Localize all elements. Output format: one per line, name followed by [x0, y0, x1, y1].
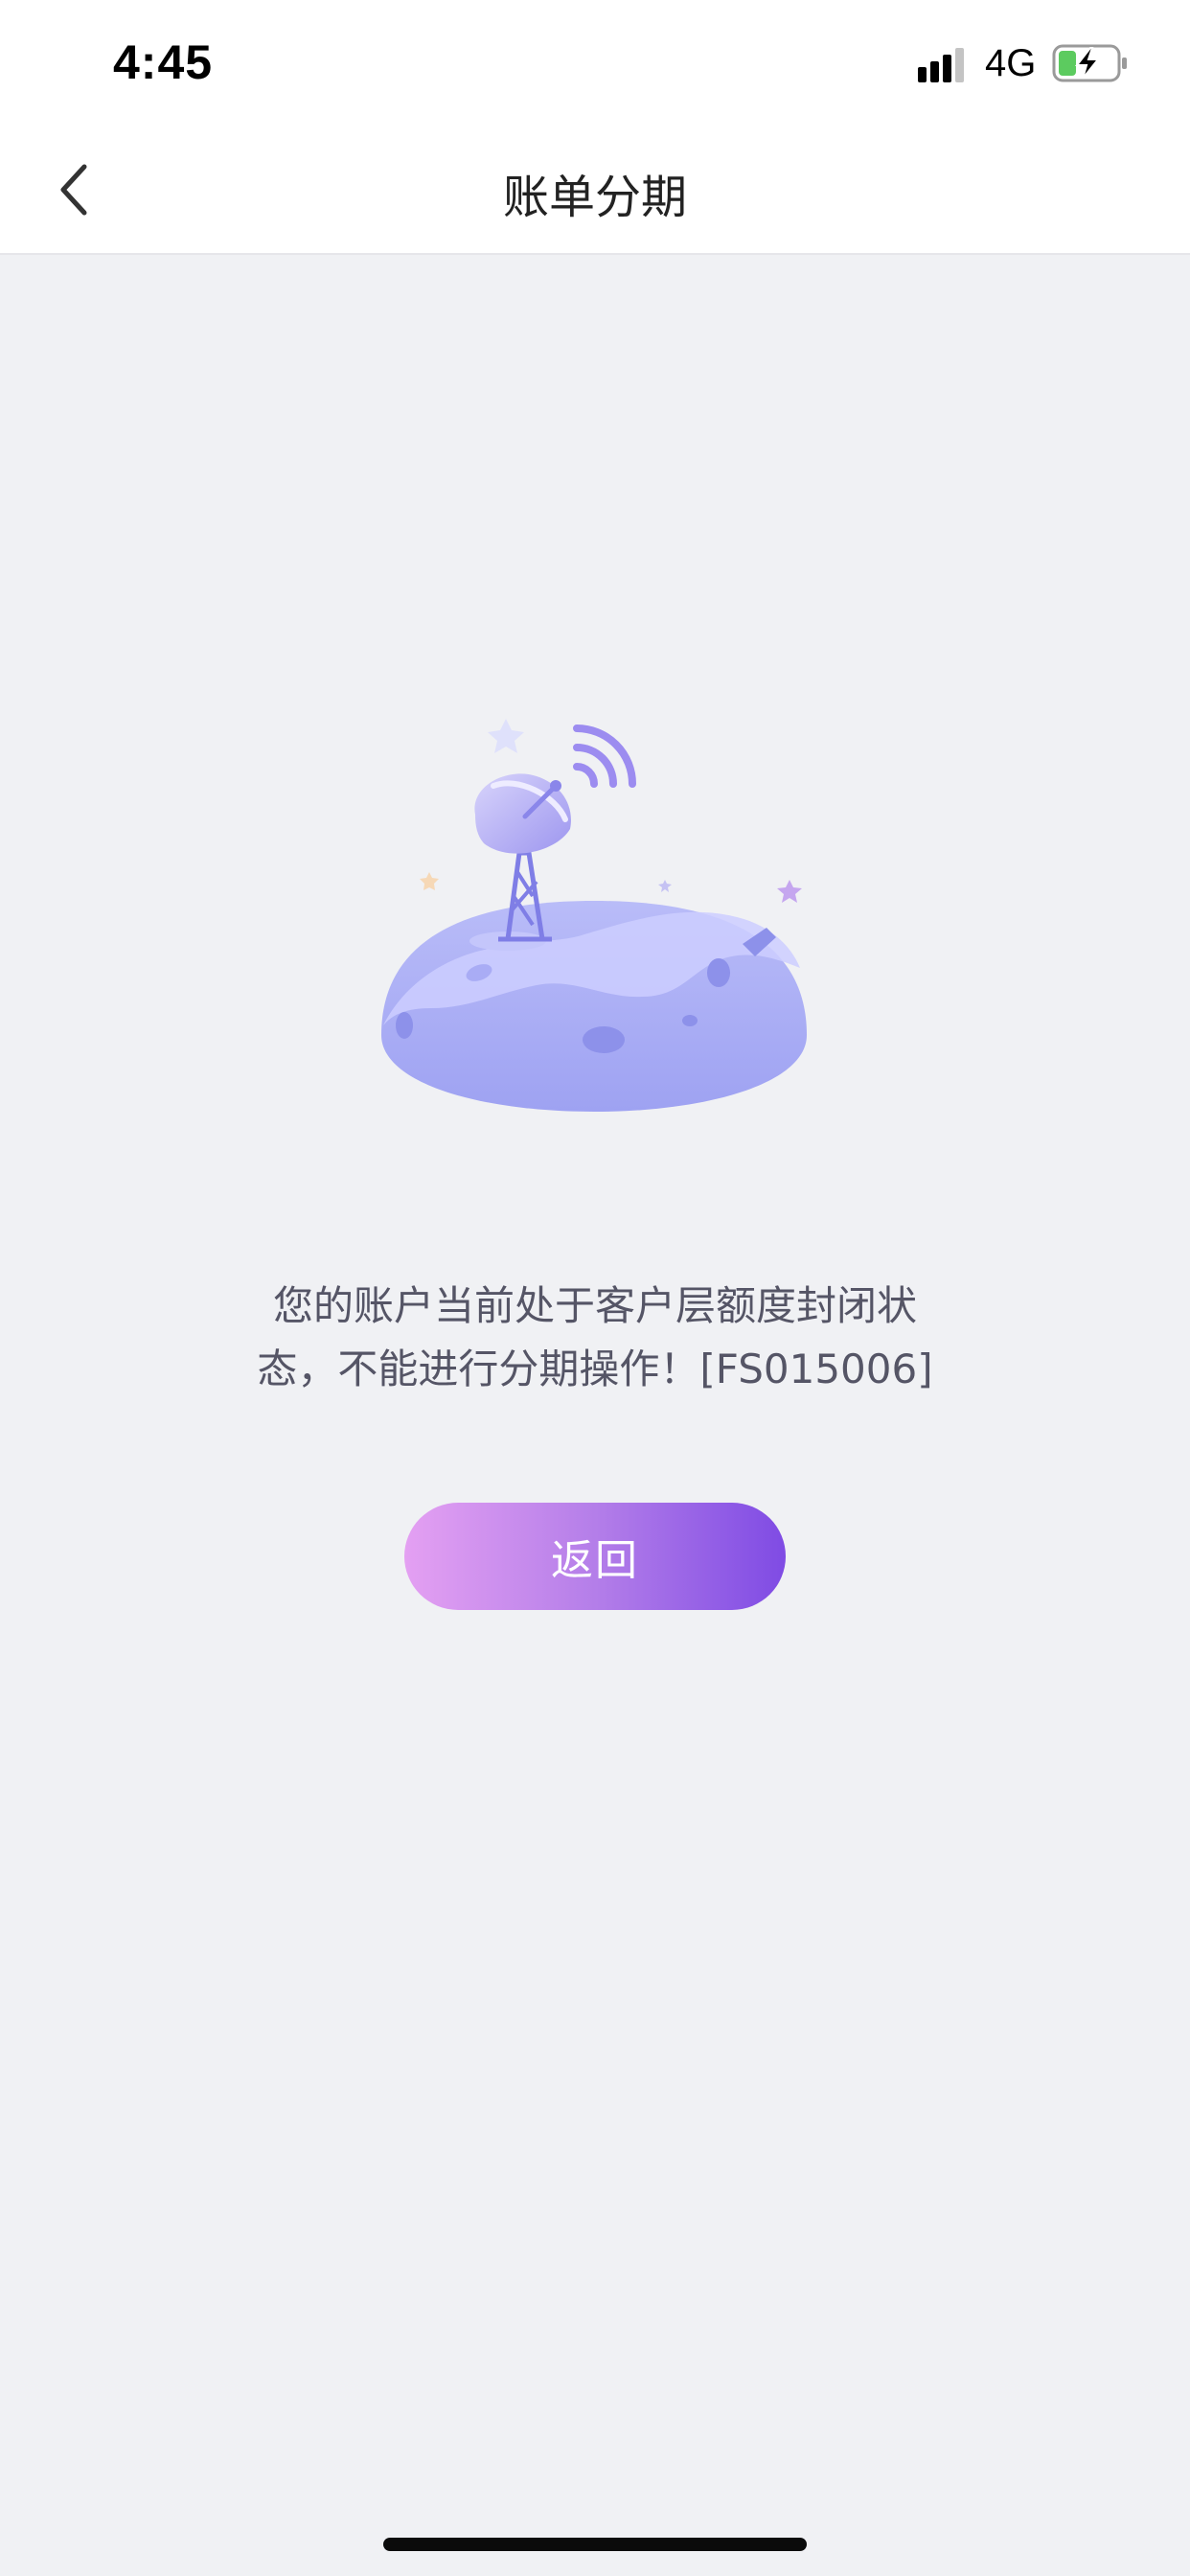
- page-title: 账单分期: [502, 171, 687, 224]
- network-label: 4G: [985, 42, 1037, 84]
- satellite-dish-planet-illustration: [381, 719, 807, 1112]
- nav-bar: 账单分期: [0, 126, 1190, 255]
- cellular-signal-icon: [918, 48, 964, 82]
- error-message: 您的账户当前处于客户层额度封闭状 态，不能进行分期操作！[FS015006]: [230, 1275, 960, 1401]
- status-time: 4:45: [113, 35, 214, 89]
- home-indicator[interactable]: [383, 2538, 807, 2551]
- battery-charging-icon: [1052, 44, 1127, 82]
- error-message-line-1: 您的账户当前处于客户层额度封闭状: [272, 1282, 917, 1329]
- error-message-line-2: 态，不能进行分期操作！[FS015006]: [257, 1346, 933, 1392]
- return-button[interactable]: 返回: [404, 1503, 786, 1610]
- status-bar: 4:45 4G: [0, 0, 1190, 126]
